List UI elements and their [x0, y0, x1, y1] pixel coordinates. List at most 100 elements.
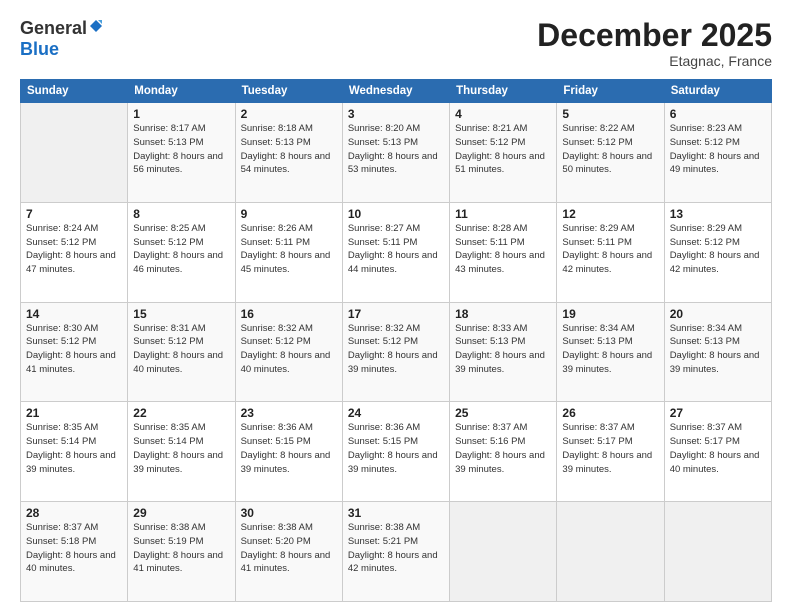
weekday-header-sunday: Sunday — [21, 80, 128, 103]
calendar-cell: 17Sunrise: 8:32 AMSunset: 5:12 PMDayligh… — [342, 302, 449, 402]
day-number: 30 — [241, 506, 337, 520]
day-number: 9 — [241, 207, 337, 221]
day-info: Sunrise: 8:33 AMSunset: 5:13 PMDaylight:… — [455, 322, 551, 377]
day-number: 1 — [133, 107, 229, 121]
page: General Blue December 2025 Etagnac, Fran… — [0, 0, 792, 612]
day-number: 14 — [26, 307, 122, 321]
weekday-header-monday: Monday — [128, 80, 235, 103]
day-number: 27 — [670, 406, 766, 420]
day-info: Sunrise: 8:37 AMSunset: 5:17 PMDaylight:… — [670, 421, 766, 476]
month-title: December 2025 — [537, 18, 772, 53]
day-info: Sunrise: 8:35 AMSunset: 5:14 PMDaylight:… — [26, 421, 122, 476]
calendar-cell: 7Sunrise: 8:24 AMSunset: 5:12 PMDaylight… — [21, 202, 128, 302]
day-number: 12 — [562, 207, 658, 221]
calendar-cell: 28Sunrise: 8:37 AMSunset: 5:18 PMDayligh… — [21, 502, 128, 602]
day-info: Sunrise: 8:27 AMSunset: 5:11 PMDaylight:… — [348, 222, 444, 277]
logo-general-text: General — [20, 18, 87, 39]
day-number: 25 — [455, 406, 551, 420]
logo-blue-text: Blue — [20, 39, 59, 59]
day-number: 11 — [455, 207, 551, 221]
weekday-header-friday: Friday — [557, 80, 664, 103]
day-info: Sunrise: 8:38 AMSunset: 5:21 PMDaylight:… — [348, 521, 444, 576]
day-number: 16 — [241, 307, 337, 321]
day-info: Sunrise: 8:38 AMSunset: 5:20 PMDaylight:… — [241, 521, 337, 576]
calendar-cell — [450, 502, 557, 602]
weekday-header-row: SundayMondayTuesdayWednesdayThursdayFrid… — [21, 80, 772, 103]
day-info: Sunrise: 8:17 AMSunset: 5:13 PMDaylight:… — [133, 122, 229, 177]
day-number: 18 — [455, 307, 551, 321]
day-number: 13 — [670, 207, 766, 221]
day-info: Sunrise: 8:29 AMSunset: 5:12 PMDaylight:… — [670, 222, 766, 277]
location: Etagnac, France — [537, 53, 772, 69]
day-info: Sunrise: 8:30 AMSunset: 5:12 PMDaylight:… — [26, 322, 122, 377]
day-number: 24 — [348, 406, 444, 420]
day-info: Sunrise: 8:37 AMSunset: 5:17 PMDaylight:… — [562, 421, 658, 476]
day-info: Sunrise: 8:34 AMSunset: 5:13 PMDaylight:… — [562, 322, 658, 377]
calendar-cell — [21, 103, 128, 203]
week-row-3: 21Sunrise: 8:35 AMSunset: 5:14 PMDayligh… — [21, 402, 772, 502]
calendar-cell: 13Sunrise: 8:29 AMSunset: 5:12 PMDayligh… — [664, 202, 771, 302]
day-info: Sunrise: 8:24 AMSunset: 5:12 PMDaylight:… — [26, 222, 122, 277]
calendar: SundayMondayTuesdayWednesdayThursdayFrid… — [20, 79, 772, 602]
day-info: Sunrise: 8:32 AMSunset: 5:12 PMDaylight:… — [241, 322, 337, 377]
calendar-cell: 1Sunrise: 8:17 AMSunset: 5:13 PMDaylight… — [128, 103, 235, 203]
day-info: Sunrise: 8:34 AMSunset: 5:13 PMDaylight:… — [670, 322, 766, 377]
day-info: Sunrise: 8:26 AMSunset: 5:11 PMDaylight:… — [241, 222, 337, 277]
header: General Blue December 2025 Etagnac, Fran… — [20, 18, 772, 69]
day-info: Sunrise: 8:25 AMSunset: 5:12 PMDaylight:… — [133, 222, 229, 277]
day-number: 8 — [133, 207, 229, 221]
day-number: 26 — [562, 406, 658, 420]
day-info: Sunrise: 8:31 AMSunset: 5:12 PMDaylight:… — [133, 322, 229, 377]
week-row-2: 14Sunrise: 8:30 AMSunset: 5:12 PMDayligh… — [21, 302, 772, 402]
calendar-cell: 20Sunrise: 8:34 AMSunset: 5:13 PMDayligh… — [664, 302, 771, 402]
day-info: Sunrise: 8:28 AMSunset: 5:11 PMDaylight:… — [455, 222, 551, 277]
day-info: Sunrise: 8:21 AMSunset: 5:12 PMDaylight:… — [455, 122, 551, 177]
day-info: Sunrise: 8:37 AMSunset: 5:18 PMDaylight:… — [26, 521, 122, 576]
calendar-cell: 25Sunrise: 8:37 AMSunset: 5:16 PMDayligh… — [450, 402, 557, 502]
title-block: December 2025 Etagnac, France — [537, 18, 772, 69]
calendar-cell: 23Sunrise: 8:36 AMSunset: 5:15 PMDayligh… — [235, 402, 342, 502]
weekday-header-thursday: Thursday — [450, 80, 557, 103]
weekday-header-saturday: Saturday — [664, 80, 771, 103]
calendar-cell: 30Sunrise: 8:38 AMSunset: 5:20 PMDayligh… — [235, 502, 342, 602]
calendar-cell: 15Sunrise: 8:31 AMSunset: 5:12 PMDayligh… — [128, 302, 235, 402]
day-info: Sunrise: 8:18 AMSunset: 5:13 PMDaylight:… — [241, 122, 337, 177]
calendar-cell — [557, 502, 664, 602]
day-info: Sunrise: 8:23 AMSunset: 5:12 PMDaylight:… — [670, 122, 766, 177]
day-number: 31 — [348, 506, 444, 520]
calendar-cell: 14Sunrise: 8:30 AMSunset: 5:12 PMDayligh… — [21, 302, 128, 402]
day-info: Sunrise: 8:29 AMSunset: 5:11 PMDaylight:… — [562, 222, 658, 277]
day-number: 23 — [241, 406, 337, 420]
day-info: Sunrise: 8:36 AMSunset: 5:15 PMDaylight:… — [348, 421, 444, 476]
day-info: Sunrise: 8:37 AMSunset: 5:16 PMDaylight:… — [455, 421, 551, 476]
day-number: 6 — [670, 107, 766, 121]
day-number: 19 — [562, 307, 658, 321]
weekday-header-wednesday: Wednesday — [342, 80, 449, 103]
calendar-cell: 16Sunrise: 8:32 AMSunset: 5:12 PMDayligh… — [235, 302, 342, 402]
logo: General Blue — [20, 18, 103, 60]
calendar-cell: 6Sunrise: 8:23 AMSunset: 5:12 PMDaylight… — [664, 103, 771, 203]
calendar-cell: 29Sunrise: 8:38 AMSunset: 5:19 PMDayligh… — [128, 502, 235, 602]
day-number: 4 — [455, 107, 551, 121]
day-number: 29 — [133, 506, 229, 520]
day-number: 5 — [562, 107, 658, 121]
calendar-cell: 9Sunrise: 8:26 AMSunset: 5:11 PMDaylight… — [235, 202, 342, 302]
calendar-cell: 31Sunrise: 8:38 AMSunset: 5:21 PMDayligh… — [342, 502, 449, 602]
day-number: 15 — [133, 307, 229, 321]
calendar-cell: 4Sunrise: 8:21 AMSunset: 5:12 PMDaylight… — [450, 103, 557, 203]
day-number: 20 — [670, 307, 766, 321]
calendar-cell: 8Sunrise: 8:25 AMSunset: 5:12 PMDaylight… — [128, 202, 235, 302]
day-info: Sunrise: 8:38 AMSunset: 5:19 PMDaylight:… — [133, 521, 229, 576]
logo-icon — [89, 19, 103, 33]
week-row-4: 28Sunrise: 8:37 AMSunset: 5:18 PMDayligh… — [21, 502, 772, 602]
calendar-cell: 12Sunrise: 8:29 AMSunset: 5:11 PMDayligh… — [557, 202, 664, 302]
calendar-cell: 3Sunrise: 8:20 AMSunset: 5:13 PMDaylight… — [342, 103, 449, 203]
calendar-cell: 11Sunrise: 8:28 AMSunset: 5:11 PMDayligh… — [450, 202, 557, 302]
day-number: 22 — [133, 406, 229, 420]
day-info: Sunrise: 8:35 AMSunset: 5:14 PMDaylight:… — [133, 421, 229, 476]
calendar-cell: 5Sunrise: 8:22 AMSunset: 5:12 PMDaylight… — [557, 103, 664, 203]
week-row-1: 7Sunrise: 8:24 AMSunset: 5:12 PMDaylight… — [21, 202, 772, 302]
day-number: 2 — [241, 107, 337, 121]
calendar-cell: 19Sunrise: 8:34 AMSunset: 5:13 PMDayligh… — [557, 302, 664, 402]
calendar-cell: 2Sunrise: 8:18 AMSunset: 5:13 PMDaylight… — [235, 103, 342, 203]
